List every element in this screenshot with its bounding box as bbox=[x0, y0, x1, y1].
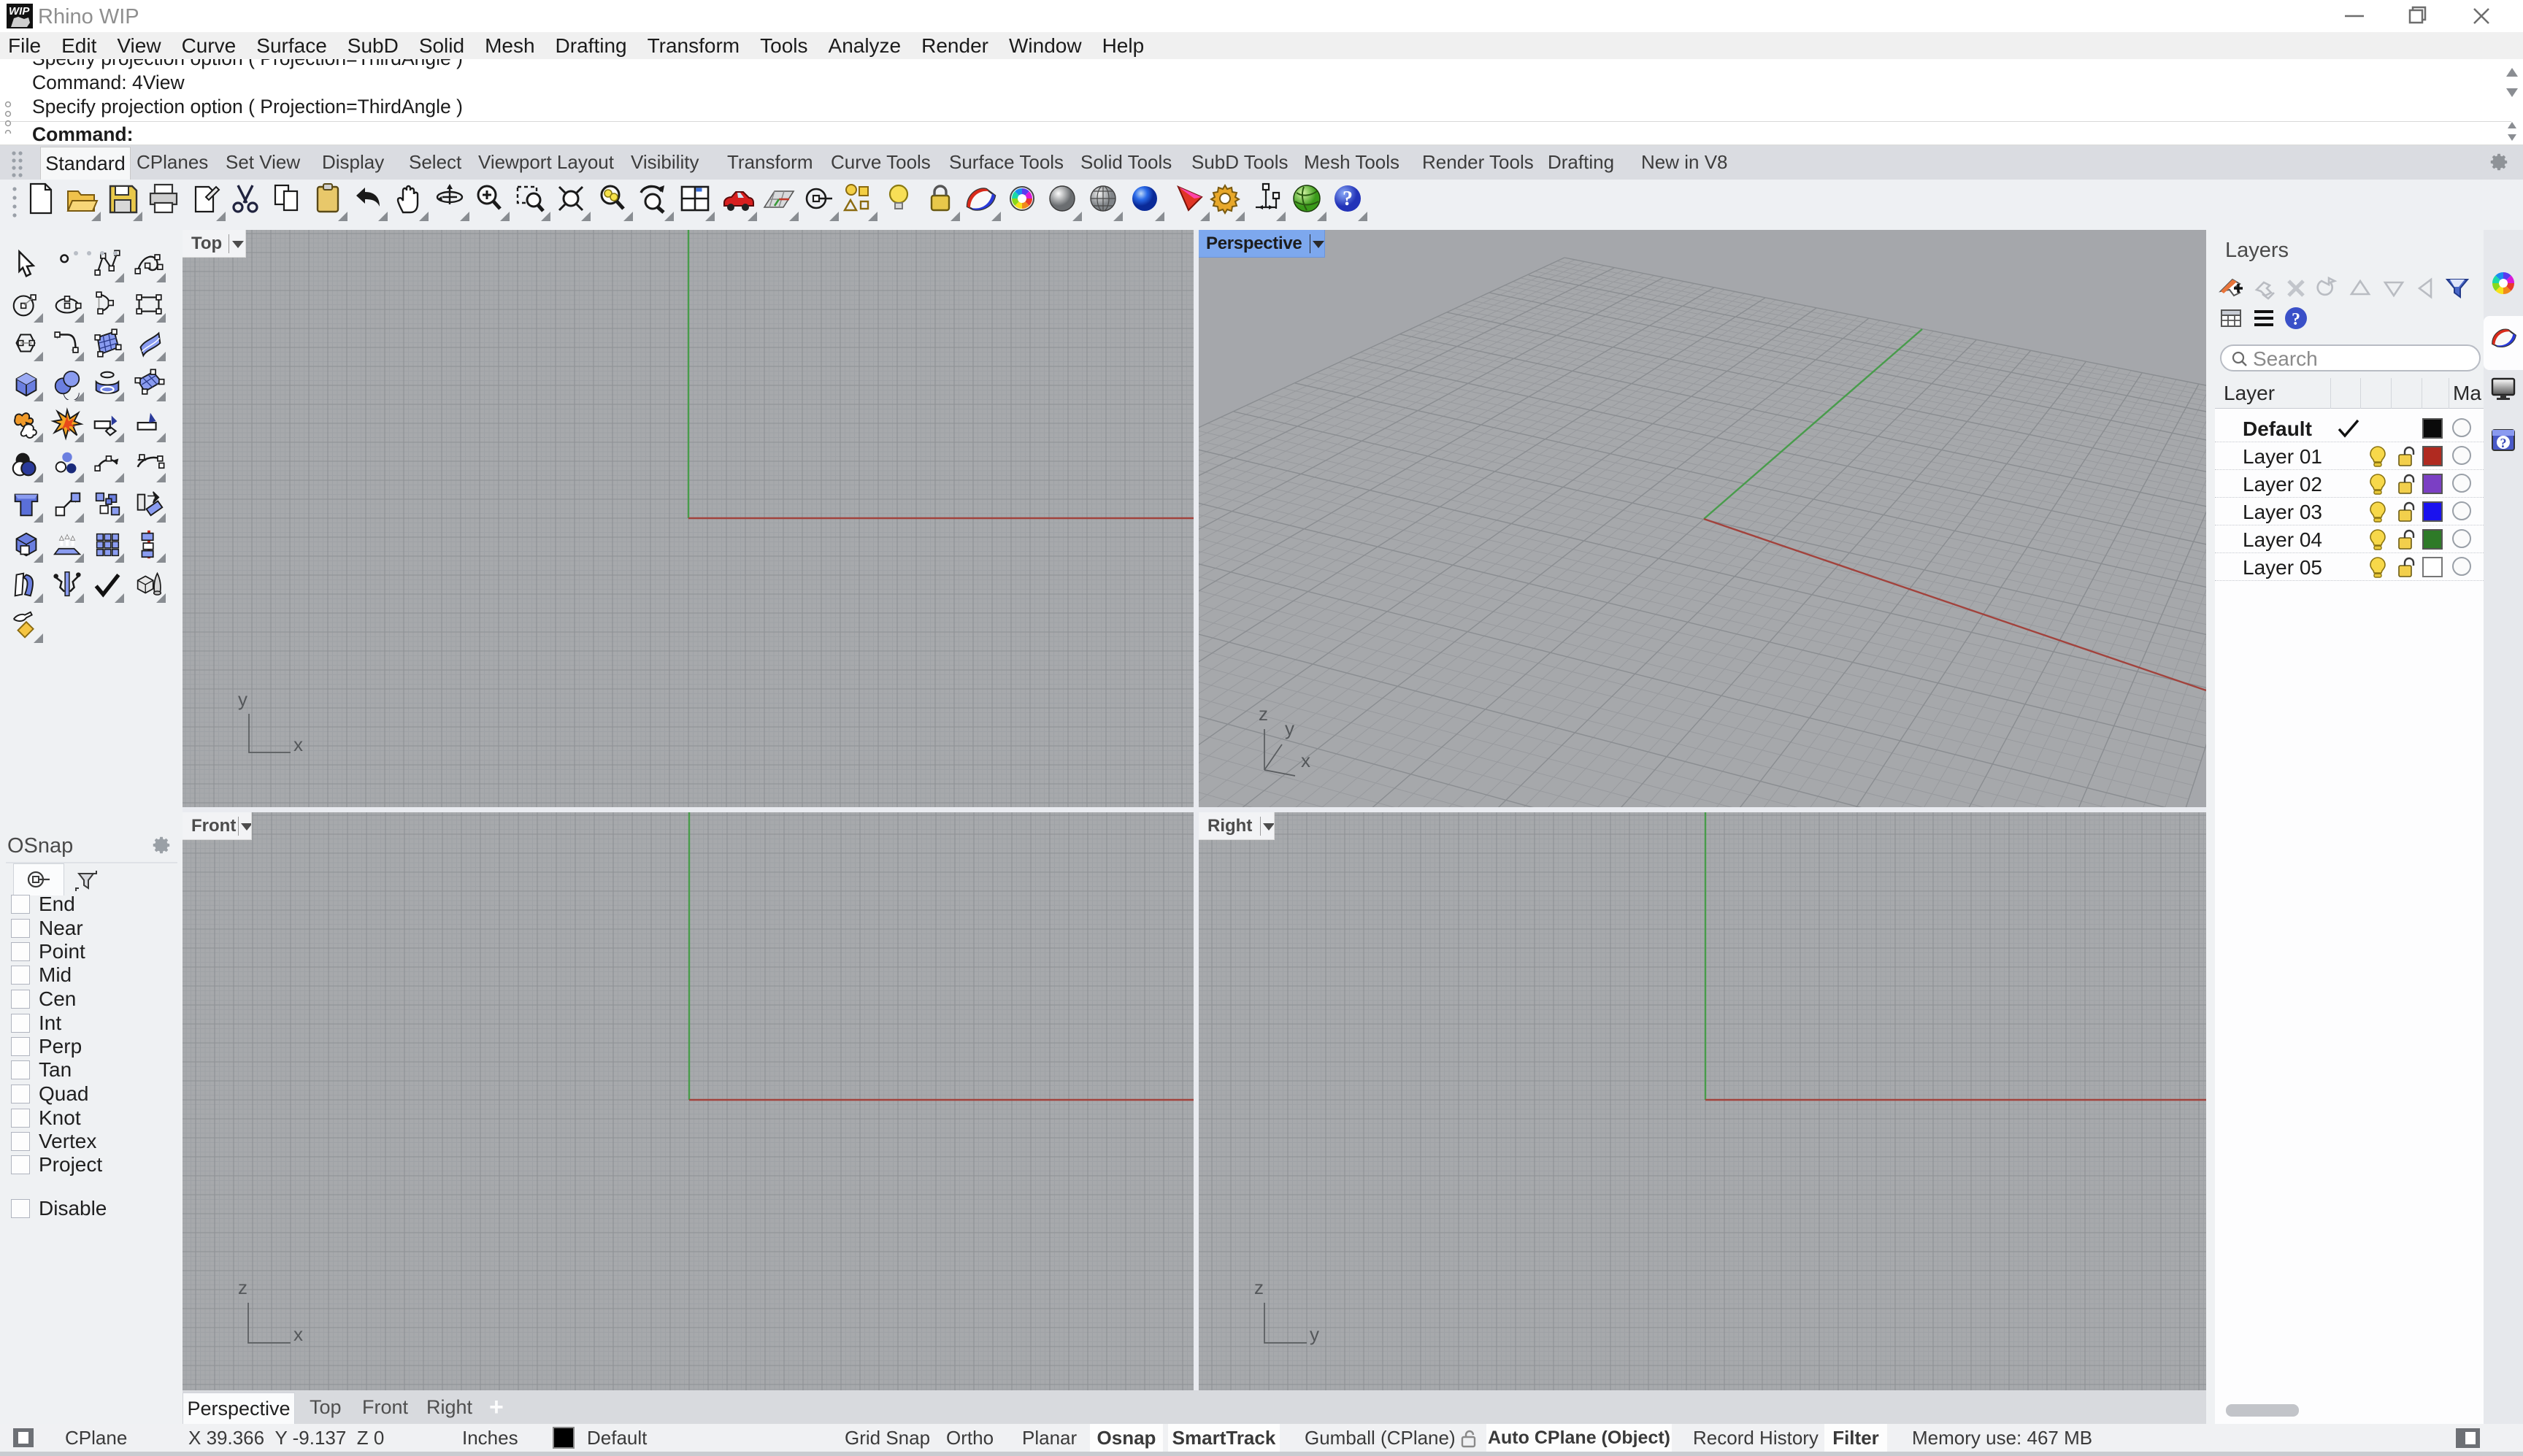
svg-text:?: ? bbox=[2500, 436, 2507, 450]
svg-text:?: ? bbox=[1343, 188, 1353, 210]
svg-text:WIP: WIP bbox=[9, 5, 30, 18]
svg-text:?: ? bbox=[2292, 310, 2300, 329]
